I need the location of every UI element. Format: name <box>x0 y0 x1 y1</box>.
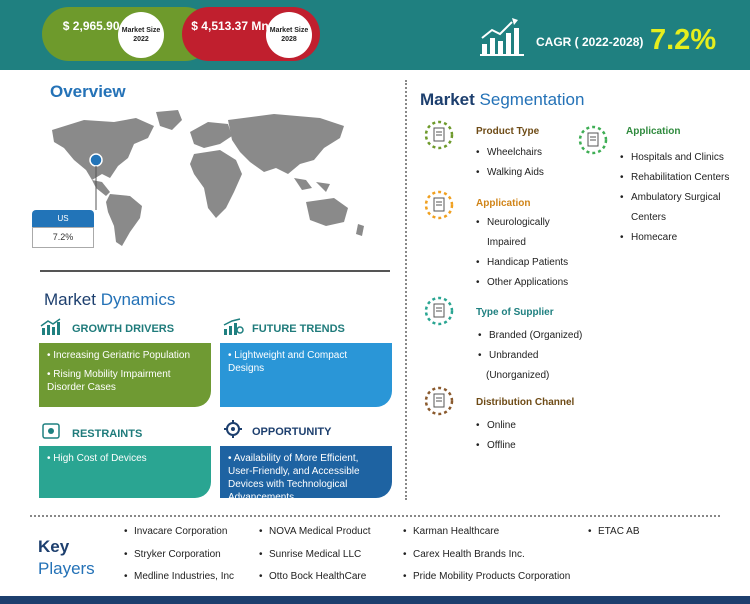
key-player: NOVA Medical Product <box>259 526 370 537</box>
restraints-box: • High Cost of Devices <box>39 446 211 498</box>
key-players-title-b: Players <box>38 559 95 578</box>
key-players-title-a: Key <box>38 537 70 556</box>
distribution-channel-icon <box>424 386 454 416</box>
cagr-value: 7.2% <box>650 24 717 56</box>
key-players-divider <box>30 515 720 517</box>
market-size-2028-label: Market Size 2028 <box>269 27 309 43</box>
market-size-2022-badge: Market Size 2022 <box>118 12 164 58</box>
segment-item: (Unorganized) <box>486 370 550 381</box>
restraint-item: • High Cost of Devices <box>47 453 147 464</box>
overview-title: Overview <box>50 82 126 101</box>
distribution-channel-heading: Distribution Channel <box>476 397 575 408</box>
opportunity-box: • Availability of More Efficient, User-F… <box>220 446 392 503</box>
future-trends-icon <box>223 318 244 335</box>
key-player: Invacare Corporation <box>124 526 227 537</box>
market-dynamics-title: Market Dynamics <box>44 290 175 310</box>
segment-item: Walking Aids <box>476 163 544 183</box>
opportunity-heading: OPPORTUNITY <box>252 426 332 438</box>
growth-drivers-icon <box>40 318 61 335</box>
segment-item: Offline <box>476 436 516 456</box>
market-segmentation-title: Market Segmentation <box>420 90 584 110</box>
application-right-icon <box>578 125 608 155</box>
segment-item: Hospitals and Clinics <box>620 148 724 168</box>
future-trends-heading: FUTURE TRENDS <box>252 323 345 335</box>
segment-item: Rehabilitation Centers <box>620 168 729 188</box>
key-player: Otto Bock HealthCare <box>259 571 366 582</box>
key-player: ETAC AB <box>588 526 639 537</box>
application-icon <box>424 190 454 220</box>
growth-chart-icon <box>480 18 524 56</box>
us-region-value: 7.2% <box>32 227 94 248</box>
header-banner: $ 2,965.90 Mn $ 4,513.37 Mn Market Size … <box>0 0 750 70</box>
future-trends-box: • Lightweight and Compact Designs <box>220 343 392 407</box>
type-of-supplier-heading: Type of Supplier <box>476 307 554 318</box>
segment-item: Handicap Patients <box>476 253 568 273</box>
segmentation-title-b: Segmentation <box>474 90 585 109</box>
opportunity-item: • Availability of More Efficient, User-F… <box>228 453 360 503</box>
restraints-heading: RESTRAINTS <box>72 428 143 440</box>
key-player: Sunrise Medical LLC <box>259 549 361 560</box>
segment-item: Branded (Organized) <box>478 326 582 346</box>
infographic: $ 2,965.90 Mn $ 4,513.37 Mn Market Size … <box>0 0 750 604</box>
restraints-icon <box>42 423 60 439</box>
product-type-heading: Product Type <box>476 126 540 137</box>
market-size-2022-label: Market Size 2022 <box>121 27 161 43</box>
type-of-supplier-icon <box>424 296 454 326</box>
future-trend-item: • Lightweight and Compact Designs <box>228 350 348 374</box>
growth-drivers-box: • Increasing Geriatric Population • Risi… <box>39 343 211 407</box>
us-region-tab: US <box>32 210 94 227</box>
segment-item: Impaired <box>487 237 526 248</box>
key-player: Karman Healthcare <box>403 526 499 537</box>
market-size-2028-badge: Market Size 2028 <box>266 12 312 58</box>
overview-divider <box>40 270 390 272</box>
key-player: Stryker Corporation <box>124 549 221 560</box>
growth-driver-item: • Rising Mobility Impairment Disorder Ca… <box>47 369 171 393</box>
opportunity-icon <box>224 420 242 438</box>
footer-bar <box>0 596 750 604</box>
growth-driver-item: • Increasing Geriatric Population <box>47 350 191 361</box>
application-heading: Application <box>476 198 531 209</box>
application-right-heading: Application <box>626 126 681 137</box>
segment-item: Wheelchairs <box>476 143 542 163</box>
segment-item: Online <box>476 416 516 436</box>
market-size-2028-value: $ 4,513.37 Mn <box>191 19 269 33</box>
segment-item: Centers <box>631 212 667 223</box>
market-dynamics-title-a: Market <box>44 290 96 309</box>
cagr-label: CAGR ( 2022-2028) <box>536 35 644 49</box>
segment-item: Homecare <box>620 228 677 248</box>
segmentation-title-a: Market <box>420 90 475 109</box>
vertical-divider <box>405 80 407 500</box>
key-player: Carex Health Brands Inc. <box>403 549 525 560</box>
segment-item: Unbranded <box>478 346 539 366</box>
market-dynamics-title-b: Dynamics <box>95 290 176 309</box>
segment-item: Other Applications <box>476 273 568 293</box>
segment-item: Ambulatory Surgical <box>620 188 721 208</box>
growth-drivers-heading: GROWTH DRIVERS <box>72 323 175 335</box>
key-players-title: Key Players <box>38 536 95 580</box>
segment-item: Neurologically <box>476 213 550 233</box>
key-player: Pride Mobility Products Corporation <box>403 571 570 582</box>
key-player: Medline Industries, Inc <box>124 571 234 582</box>
product-type-icon <box>424 120 454 150</box>
